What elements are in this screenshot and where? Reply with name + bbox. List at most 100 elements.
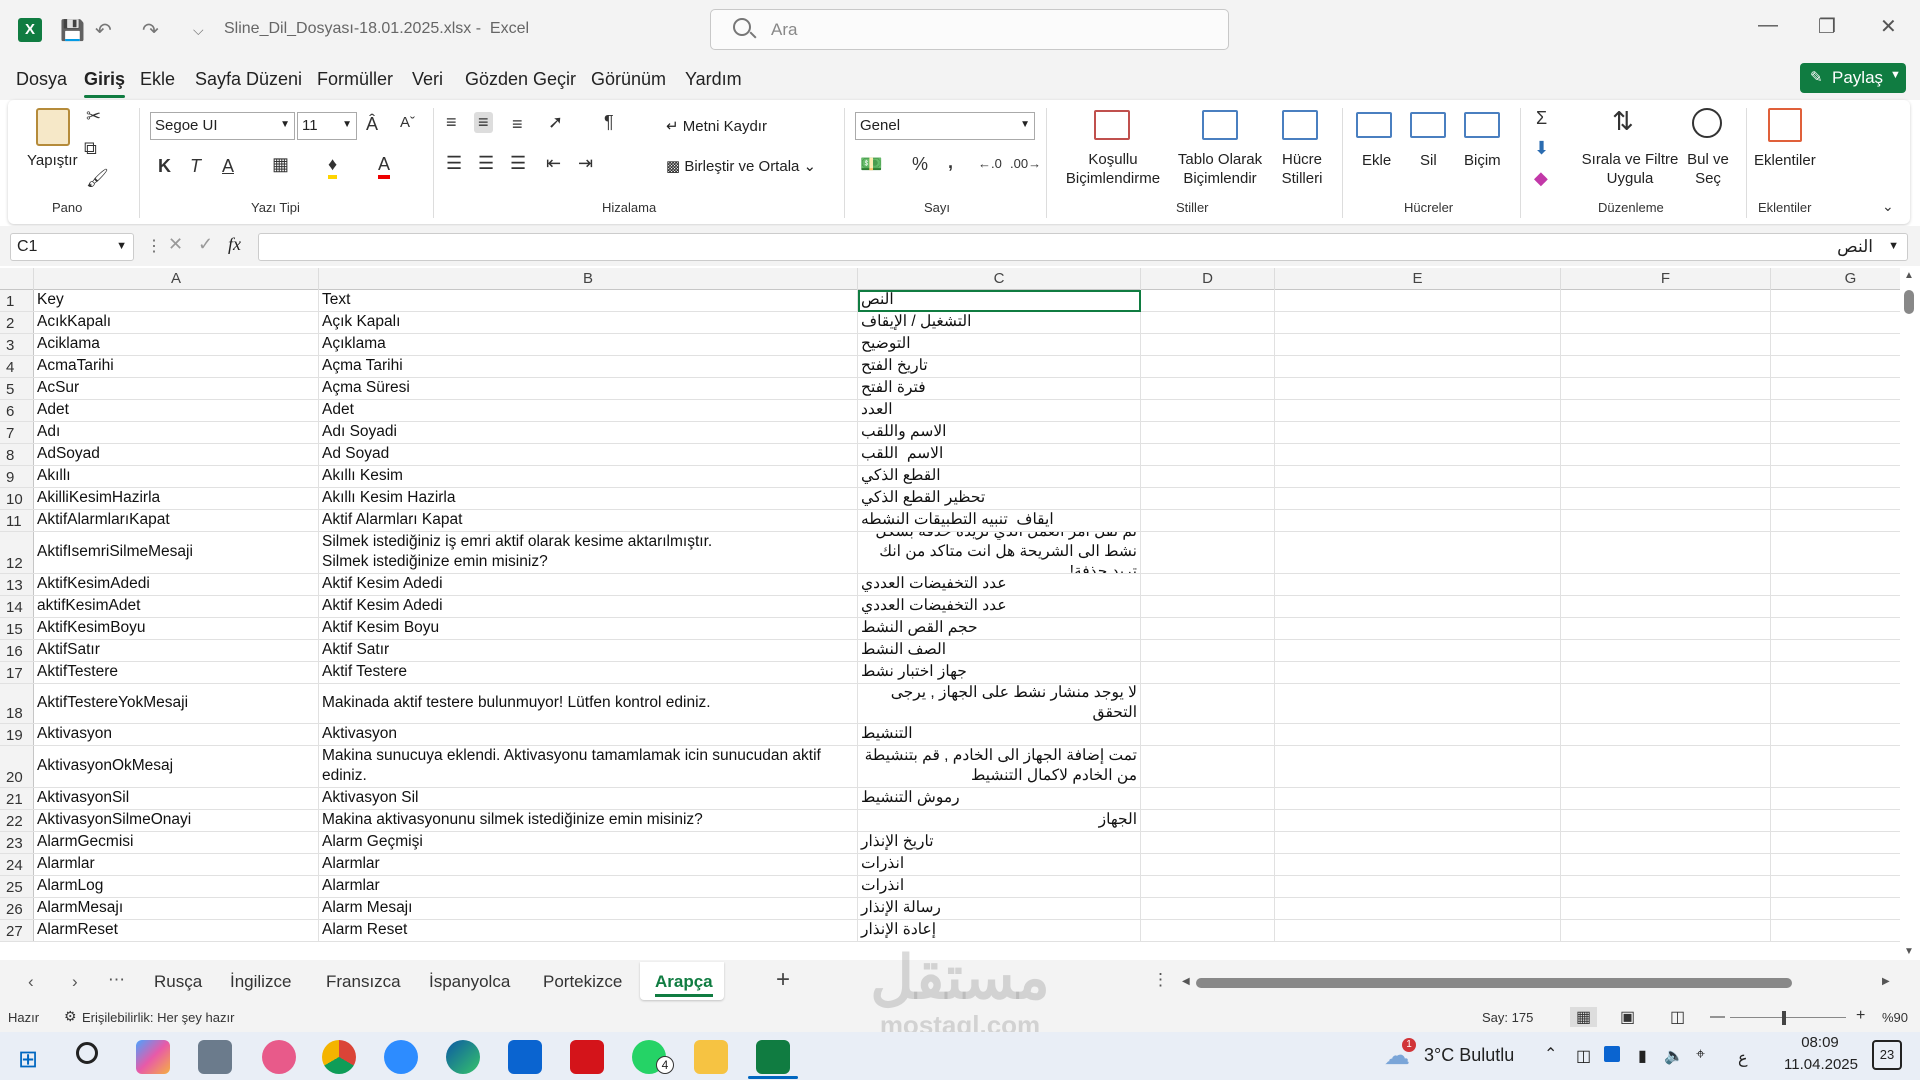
battery-icon[interactable]: ▮ — [1638, 1046, 1647, 1066]
sort-filter-button[interactable]: Sırala ve Filtre Uygula — [1578, 150, 1682, 188]
row-header[interactable]: 11 — [0, 510, 34, 531]
scroll-left-icon[interactable]: ◀ — [1182, 976, 1190, 987]
scroll-right-icon[interactable]: ▶ — [1882, 976, 1890, 987]
empty-cell[interactable] — [1561, 312, 1771, 333]
cell-c[interactable]: تمت إضافة الجهاز الى الخادم , قم بتنشيطة… — [858, 746, 1141, 787]
empty-cell[interactable] — [1275, 378, 1561, 399]
empty-cell[interactable] — [1141, 662, 1275, 683]
empty-cell[interactable] — [1275, 422, 1561, 443]
sheet-tab-russian[interactable]: Rusça — [154, 972, 202, 992]
row-header[interactable]: 26 — [0, 898, 34, 919]
empty-cell[interactable] — [1141, 290, 1275, 311]
cell-c[interactable]: التنشيط — [858, 724, 1141, 745]
cell-a[interactable]: AkilliKesimHazirla — [34, 488, 319, 509]
empty-cell[interactable] — [1771, 510, 1900, 531]
empty-cell[interactable] — [1141, 356, 1275, 377]
empty-cell[interactable] — [1275, 810, 1561, 831]
sheet-tab-french[interactable]: Fransızca — [326, 972, 401, 992]
cell-b[interactable]: Aktif Kesim Boyu — [319, 618, 858, 639]
empty-cell[interactable] — [1561, 510, 1771, 531]
cell-b[interactable]: Açıklama — [319, 334, 858, 355]
format-painter-icon[interactable]: 🖌 — [86, 168, 109, 189]
cell-a[interactable]: AlarmGecmisi — [34, 832, 319, 853]
cell-c[interactable]: تحظير القطع الذكي — [858, 488, 1141, 509]
cell-b[interactable]: Makina aktivasyonunu silmek istediğinize… — [319, 810, 858, 831]
empty-cell[interactable] — [1141, 596, 1275, 617]
bold-button[interactable]: K — [158, 156, 171, 177]
zoom-level[interactable]: %90 — [1882, 1010, 1908, 1025]
empty-cell[interactable] — [1561, 466, 1771, 487]
empty-cell[interactable] — [1141, 444, 1275, 465]
cancel-icon[interactable]: ✕ — [168, 234, 183, 255]
row-header[interactable]: 1 — [0, 290, 34, 311]
row-header[interactable]: 6 — [0, 400, 34, 421]
increase-font-icon[interactable]: Â — [366, 114, 378, 135]
cut-icon[interactable]: ✂ — [86, 106, 101, 127]
empty-cell[interactable] — [1141, 898, 1275, 919]
menu-data[interactable]: Veri — [412, 69, 443, 90]
cell-b[interactable]: Makina sunucuya eklendi. Aktivasyonu tam… — [319, 746, 858, 787]
empty-cell[interactable] — [1275, 640, 1561, 661]
empty-cell[interactable] — [1141, 574, 1275, 595]
empty-cell[interactable] — [1771, 724, 1900, 745]
empty-cell[interactable] — [1275, 662, 1561, 683]
cell-styles-button[interactable]: Hücre Stilleri — [1272, 150, 1332, 188]
cell-c[interactable]: حجم القص النشط — [858, 618, 1141, 639]
column-header[interactable]: D — [1141, 268, 1275, 290]
cell-b[interactable]: Text — [319, 290, 858, 311]
cell-b[interactable]: Adet — [319, 400, 858, 421]
empty-cell[interactable] — [1561, 684, 1771, 723]
empty-cell[interactable] — [1561, 724, 1771, 745]
cell-b[interactable]: Aktif Testere — [319, 662, 858, 683]
add-sheet-icon[interactable]: + — [776, 966, 790, 994]
empty-cell[interactable] — [1771, 444, 1900, 465]
font-size-select[interactable]: 11 ▼ — [297, 112, 357, 140]
scroll-down-icon[interactable]: ▼ — [1904, 946, 1914, 957]
font-color-icon[interactable]: A — [378, 154, 391, 179]
column-header[interactable]: G — [1771, 268, 1900, 290]
cell-c[interactable]: رموش التنشيط — [858, 788, 1141, 809]
empty-cell[interactable] — [1771, 378, 1900, 399]
cell-a[interactable]: Key — [34, 290, 319, 311]
cell-c[interactable]: انذرات — [858, 876, 1141, 897]
empty-cell[interactable] — [1771, 810, 1900, 831]
cell-b[interactable]: Alarm Mesajı — [319, 898, 858, 919]
cell-b[interactable]: Açma Süresi — [319, 378, 858, 399]
empty-cell[interactable] — [1561, 444, 1771, 465]
cell-c[interactable]: القطع الذكي — [858, 466, 1141, 487]
empty-cell[interactable] — [1275, 618, 1561, 639]
row-header[interactable]: 7 — [0, 422, 34, 443]
row-header[interactable]: 10 — [0, 488, 34, 509]
empty-cell[interactable] — [1141, 810, 1275, 831]
empty-cell[interactable] — [1771, 290, 1900, 311]
column-header[interactable]: E — [1275, 268, 1561, 290]
cell-c[interactable]: لا يوجد منشار نشط على الجهاز , يرجى التح… — [858, 684, 1141, 723]
page-break-view-icon[interactable]: ◫ — [1670, 1007, 1685, 1027]
empty-cell[interactable] — [1771, 662, 1900, 683]
merge-center-button[interactable]: ▩ Birleştir ve Ortala ⌄ — [666, 157, 816, 176]
empty-cell[interactable] — [1561, 574, 1771, 595]
cell-a[interactable]: AktifKesimBoyu — [34, 618, 319, 639]
menu-insert[interactable]: Ekle — [140, 69, 175, 90]
row-header[interactable]: 2 — [0, 312, 34, 333]
empty-cell[interactable] — [1141, 510, 1275, 531]
cell-b[interactable]: Aktif Kesim Adedi — [319, 574, 858, 595]
file-explorer-icon[interactable] — [694, 1040, 728, 1074]
cell-a[interactable]: Adet — [34, 400, 319, 421]
close-icon[interactable]: ✕ — [1880, 14, 1897, 39]
empty-cell[interactable] — [1561, 898, 1771, 919]
sheet-tab-arabic[interactable]: Arapça — [655, 972, 713, 997]
empty-cell[interactable] — [1141, 854, 1275, 875]
menu-formulas[interactable]: Formüller — [317, 69, 393, 90]
cell-a[interactable]: AktifTestere — [34, 662, 319, 683]
menu-page-layout[interactable]: Sayfa Düzeni — [195, 69, 302, 90]
insert-function-icon[interactable]: fx — [228, 234, 241, 255]
next-sheet-icon[interactable]: › — [72, 972, 78, 992]
row-header[interactable]: 27 — [0, 920, 34, 941]
cell-a[interactable]: Adı — [34, 422, 319, 443]
customize-toolbar-icon[interactable]: ⌵ — [193, 22, 204, 39]
empty-cell[interactable] — [1771, 746, 1900, 787]
scroll-thumb[interactable] — [1904, 290, 1914, 314]
row-header[interactable]: 24 — [0, 854, 34, 875]
cell-a[interactable]: AcSur — [34, 378, 319, 399]
